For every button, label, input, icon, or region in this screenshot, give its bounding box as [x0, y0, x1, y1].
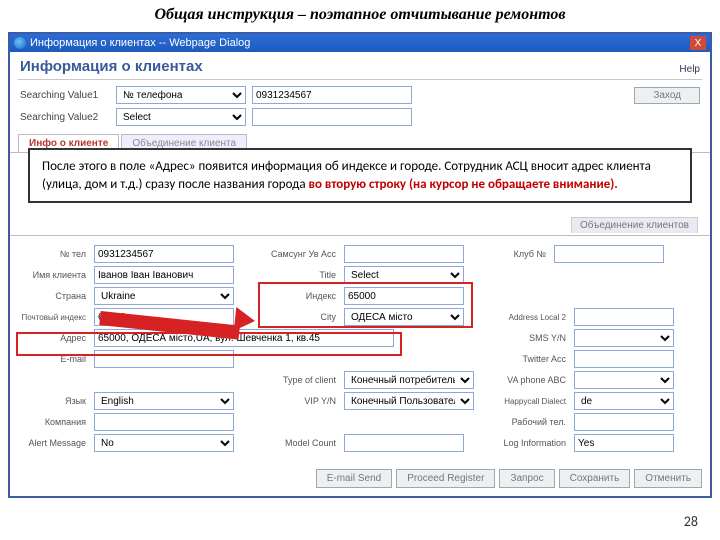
email-label: E-mail	[20, 354, 90, 364]
country-select[interactable]: Ukraine	[94, 287, 234, 305]
addr2-label: Address Local 2	[490, 313, 570, 322]
vip-label: VIP Y/N	[260, 396, 340, 406]
help-link[interactable]: Help	[679, 64, 700, 75]
company-input[interactable]	[94, 413, 234, 431]
dial-select[interactable]: de	[574, 392, 674, 410]
log-label: Log Information	[490, 438, 570, 448]
note-text-2: во вторую строку (на курсор не обращаете…	[309, 177, 618, 192]
model-label: Model Count	[260, 438, 340, 448]
index-input[interactable]	[344, 287, 464, 305]
slide-title: Общая инструкция – поэтапное отчитывание…	[0, 0, 720, 32]
twitter-label: Twitter Acc	[490, 354, 570, 364]
addr-label: Адрес	[20, 333, 90, 343]
log-input[interactable]	[574, 434, 674, 452]
company-label: Компания	[20, 417, 90, 427]
worktel-input[interactable]	[574, 413, 674, 431]
acc-label: Самсунг Ув Acc	[260, 249, 340, 259]
search1-select[interactable]: № телефона	[116, 86, 246, 104]
title-label: Title	[260, 270, 340, 280]
ie-icon	[14, 37, 26, 49]
club-label: Клуб №	[490, 249, 550, 259]
dialog-window: Информация о клиентах -- Webpage Dialog …	[8, 32, 712, 498]
page-title: Информация о клиентах	[20, 58, 203, 75]
save-button[interactable]: Сохранить	[559, 469, 631, 488]
twitter-input[interactable]	[574, 350, 674, 368]
type-select[interactable]: Конечный потребитель	[344, 371, 474, 389]
close-icon[interactable]: X	[690, 36, 706, 50]
club-input[interactable]	[554, 245, 664, 263]
acc-input[interactable]	[344, 245, 464, 263]
cancel-button[interactable]: Отменить	[634, 469, 702, 488]
country-label: Страна	[20, 291, 90, 301]
vip-select[interactable]: Конечный Пользователь	[344, 392, 474, 410]
worktel-label: Рабочий тел.	[490, 417, 570, 427]
city-label: City	[260, 312, 340, 322]
tel-input[interactable]	[94, 245, 234, 263]
type-label: Type of client	[260, 375, 340, 385]
email-input[interactable]	[94, 350, 234, 368]
search1-input[interactable]	[252, 86, 412, 104]
via-select[interactable]	[574, 371, 674, 389]
section-header: Объединение клиентов	[571, 217, 698, 233]
city-select[interactable]: ОДЕСА місто	[344, 308, 464, 326]
via-label: VA phone ABC	[490, 375, 570, 385]
alert-label: Alert Message	[20, 438, 90, 448]
sms-select[interactable]	[574, 329, 674, 347]
addr2-input[interactable]	[574, 308, 674, 326]
postal-label: Почтовый индекс	[20, 313, 90, 322]
alert-select[interactable]: No	[94, 434, 234, 452]
index-label: Индекс	[260, 291, 340, 301]
find-button[interactable]: Заход	[634, 87, 700, 104]
search2-select[interactable]: Select	[116, 108, 246, 126]
lang-select[interactable]: English	[94, 392, 234, 410]
model-input[interactable]	[344, 434, 464, 452]
titlebar: Информация о клиентах -- Webpage Dialog …	[10, 34, 710, 52]
dial-label: Happycall Dialect	[490, 397, 570, 406]
email-send-button[interactable]: E-mail Send	[316, 469, 392, 488]
form-area: № тел Самсунг Ув Acc Клуб № Имя клиента …	[10, 235, 710, 465]
name-input[interactable]	[94, 266, 234, 284]
zapros-button[interactable]: Запрос	[499, 469, 554, 488]
lang-label: Язык	[20, 396, 90, 406]
page-number: 28	[684, 513, 698, 530]
sms-label: SMS Y/N	[490, 333, 570, 343]
title-select[interactable]: Select	[344, 266, 464, 284]
search2-input[interactable]	[252, 108, 412, 126]
search1-label: Searching Value1	[20, 90, 110, 101]
window-title: Информация о клиентах -- Webpage Dialog	[30, 37, 250, 49]
instruction-note: После этого в поле «Адрес» появится инфо…	[28, 148, 692, 203]
search2-label: Searching Value2	[20, 112, 110, 123]
tel-label: № тел	[20, 249, 90, 259]
bottom-bar: E-mail Send Proceed Register Запрос Сохр…	[10, 465, 710, 496]
red-arrow	[100, 306, 260, 330]
proceed-button[interactable]: Proceed Register	[396, 469, 495, 488]
name-label: Имя клиента	[20, 270, 90, 280]
